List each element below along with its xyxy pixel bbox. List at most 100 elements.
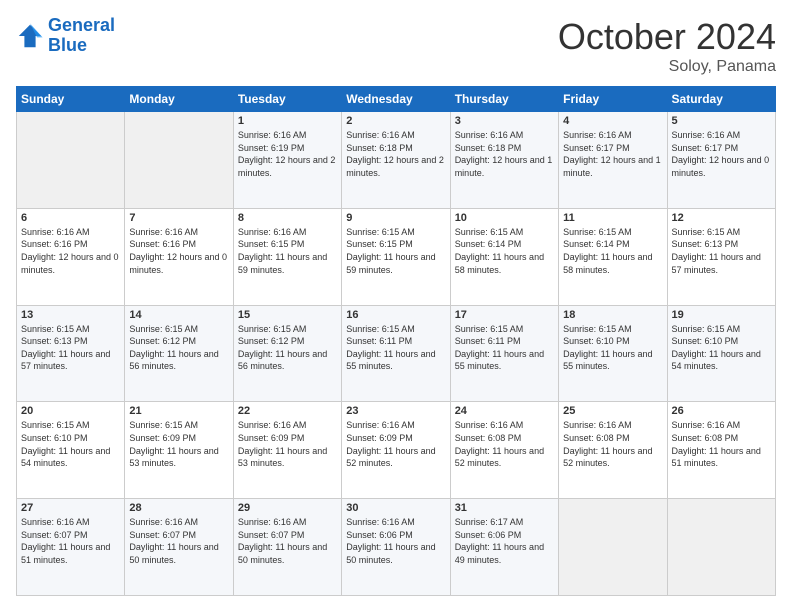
calendar-cell (17, 112, 125, 209)
day-info: Sunrise: 6:16 AM Sunset: 6:19 PM Dayligh… (238, 129, 337, 179)
calendar-cell: 25Sunrise: 6:16 AM Sunset: 6:08 PM Dayli… (559, 402, 667, 499)
day-info: Sunrise: 6:15 AM Sunset: 6:14 PM Dayligh… (455, 226, 554, 276)
day-info: Sunrise: 6:15 AM Sunset: 6:11 PM Dayligh… (346, 323, 445, 373)
day-info: Sunrise: 6:16 AM Sunset: 6:09 PM Dayligh… (346, 419, 445, 469)
day-info: Sunrise: 6:15 AM Sunset: 6:10 PM Dayligh… (563, 323, 662, 373)
day-number: 16 (346, 309, 445, 321)
header: General Blue October 2024 Soloy, Panama (16, 16, 776, 76)
day-info: Sunrise: 6:16 AM Sunset: 6:07 PM Dayligh… (21, 516, 120, 566)
day-number: 5 (672, 115, 771, 127)
day-number: 22 (238, 405, 337, 417)
day-info: Sunrise: 6:16 AM Sunset: 6:17 PM Dayligh… (672, 129, 771, 179)
month-title: October 2024 (558, 16, 776, 58)
day-header-saturday: Saturday (667, 87, 775, 112)
day-number: 13 (21, 309, 120, 321)
calendar-cell: 5 Sunrise: 6:16 AM Sunset: 6:17 PM Daylig… (667, 112, 775, 209)
calendar-cell: 1 Sunrise: 6:16 AM Sunset: 6:19 PM Daylig… (233, 112, 341, 209)
title-block: October 2024 Soloy, Panama (558, 16, 776, 76)
day-info: Sunrise: 6:16 AM Sunset: 6:07 PM Dayligh… (129, 516, 228, 566)
day-info: Sunrise: 6:16 AM Sunset: 6:06 PM Dayligh… (346, 516, 445, 566)
day-number: 1 (238, 115, 337, 127)
day-number: 25 (563, 405, 662, 417)
day-number: 12 (672, 212, 771, 224)
calendar-cell: 4 Sunrise: 6:16 AM Sunset: 6:17 PM Daylig… (559, 112, 667, 209)
calendar-cell (667, 499, 775, 596)
page: General Blue October 2024 Soloy, Panama … (0, 0, 792, 612)
calendar-cell: 30 Sunrise: 6:16 AM Sunset: 6:06 PM Dayli… (342, 499, 450, 596)
week-row-5: 27Sunrise: 6:16 AM Sunset: 6:07 PM Dayli… (17, 499, 776, 596)
day-header-monday: Monday (125, 87, 233, 112)
week-row-3: 13 Sunrise: 6:15 AM Sunset: 6:13 PM Dayli… (17, 305, 776, 402)
day-info: Sunrise: 6:16 AM Sunset: 6:16 PM Dayligh… (129, 226, 228, 276)
calendar-cell: 15Sunrise: 6:15 AM Sunset: 6:12 PM Dayli… (233, 305, 341, 402)
calendar-cell (125, 112, 233, 209)
day-number: 18 (563, 309, 662, 321)
calendar-cell: 7 Sunrise: 6:16 AM Sunset: 6:16 PM Daylig… (125, 208, 233, 305)
day-header-sunday: Sunday (17, 87, 125, 112)
day-number: 29 (238, 502, 337, 514)
day-number: 19 (672, 309, 771, 321)
calendar-cell (559, 499, 667, 596)
day-info: Sunrise: 6:15 AM Sunset: 6:15 PM Dayligh… (346, 226, 445, 276)
day-number: 6 (21, 212, 120, 224)
calendar-cell: 8 Sunrise: 6:16 AM Sunset: 6:15 PM Daylig… (233, 208, 341, 305)
logo-line2: Blue (48, 35, 87, 55)
calendar-cell: 12Sunrise: 6:15 AM Sunset: 6:13 PM Dayli… (667, 208, 775, 305)
day-number: 26 (672, 405, 771, 417)
day-info: Sunrise: 6:15 AM Sunset: 6:13 PM Dayligh… (21, 323, 120, 373)
calendar-cell: 18 Sunrise: 6:15 AM Sunset: 6:10 PM Dayli… (559, 305, 667, 402)
day-number: 30 (346, 502, 445, 514)
day-number: 24 (455, 405, 554, 417)
day-header-thursday: Thursday (450, 87, 558, 112)
calendar: SundayMondayTuesdayWednesdayThursdayFrid… (16, 86, 776, 596)
day-info: Sunrise: 6:15 AM Sunset: 6:11 PM Dayligh… (455, 323, 554, 373)
day-header-friday: Friday (559, 87, 667, 112)
day-number: 10 (455, 212, 554, 224)
day-number: 20 (21, 405, 120, 417)
day-number: 31 (455, 502, 554, 514)
calendar-body: 1 Sunrise: 6:16 AM Sunset: 6:19 PM Daylig… (17, 112, 776, 596)
calendar-cell: 16 Sunrise: 6:15 AM Sunset: 6:11 PM Dayli… (342, 305, 450, 402)
day-info: Sunrise: 6:17 AM Sunset: 6:06 PM Dayligh… (455, 516, 554, 566)
day-info: Sunrise: 6:16 AM Sunset: 6:08 PM Dayligh… (672, 419, 771, 469)
day-info: Sunrise: 6:15 AM Sunset: 6:10 PM Dayligh… (672, 323, 771, 373)
day-number: 17 (455, 309, 554, 321)
calendar-cell: 2 Sunrise: 6:16 AM Sunset: 6:18 PM Daylig… (342, 112, 450, 209)
day-number: 7 (129, 212, 228, 224)
calendar-cell: 20 Sunrise: 6:15 AM Sunset: 6:10 PM Dayli… (17, 402, 125, 499)
calendar-cell: 14Sunrise: 6:15 AM Sunset: 6:12 PM Dayli… (125, 305, 233, 402)
day-number: 4 (563, 115, 662, 127)
day-number: 28 (129, 502, 228, 514)
calendar-cell: 9Sunrise: 6:15 AM Sunset: 6:15 PM Daylig… (342, 208, 450, 305)
calendar-cell: 19 Sunrise: 6:15 AM Sunset: 6:10 PM Dayli… (667, 305, 775, 402)
calendar-cell: 13 Sunrise: 6:15 AM Sunset: 6:13 PM Dayli… (17, 305, 125, 402)
day-info: Sunrise: 6:16 AM Sunset: 6:18 PM Dayligh… (346, 129, 445, 179)
week-row-2: 6 Sunrise: 6:16 AM Sunset: 6:16 PM Daylig… (17, 208, 776, 305)
calendar-cell: 26 Sunrise: 6:16 AM Sunset: 6:08 PM Dayli… (667, 402, 775, 499)
day-info: Sunrise: 6:15 AM Sunset: 6:12 PM Dayligh… (129, 323, 228, 373)
calendar-cell: 29Sunrise: 6:16 AM Sunset: 6:07 PM Dayli… (233, 499, 341, 596)
calendar-cell: 6Sunrise: 6:16 AM Sunset: 6:16 PM Daylig… (17, 208, 125, 305)
day-number: 3 (455, 115, 554, 127)
logo: General Blue (16, 16, 115, 56)
day-info: Sunrise: 6:16 AM Sunset: 6:15 PM Dayligh… (238, 226, 337, 276)
day-number: 8 (238, 212, 337, 224)
week-row-4: 20 Sunrise: 6:15 AM Sunset: 6:10 PM Dayli… (17, 402, 776, 499)
calendar-cell: 10 Sunrise: 6:15 AM Sunset: 6:14 PM Dayli… (450, 208, 558, 305)
day-header-wednesday: Wednesday (342, 87, 450, 112)
calendar-cell: 3 Sunrise: 6:16 AM Sunset: 6:18 PM Daylig… (450, 112, 558, 209)
logo-icon (16, 22, 44, 50)
day-info: Sunrise: 6:16 AM Sunset: 6:18 PM Dayligh… (455, 129, 554, 179)
day-number: 2 (346, 115, 445, 127)
calendar-cell: 17 Sunrise: 6:15 AM Sunset: 6:11 PM Dayli… (450, 305, 558, 402)
calendar-cell: 23Sunrise: 6:16 AM Sunset: 6:09 PM Dayli… (342, 402, 450, 499)
logo-line1: General (48, 15, 115, 35)
day-info: Sunrise: 6:16 AM Sunset: 6:17 PM Dayligh… (563, 129, 662, 179)
day-info: Sunrise: 6:15 AM Sunset: 6:09 PM Dayligh… (129, 419, 228, 469)
day-info: Sunrise: 6:16 AM Sunset: 6:08 PM Dayligh… (455, 419, 554, 469)
day-number: 21 (129, 405, 228, 417)
logo-text: General Blue (48, 16, 115, 56)
day-info: Sunrise: 6:15 AM Sunset: 6:10 PM Dayligh… (21, 419, 120, 469)
calendar-cell: 28 Sunrise: 6:16 AM Sunset: 6:07 PM Dayli… (125, 499, 233, 596)
week-row-1: 1 Sunrise: 6:16 AM Sunset: 6:19 PM Daylig… (17, 112, 776, 209)
